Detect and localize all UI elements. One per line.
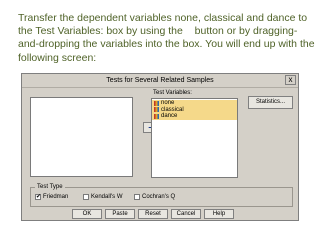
checkbox-label: Kendall's W — [91, 194, 123, 200]
cochrans-q-checkbox[interactable]: Cochran's Q — [134, 194, 175, 200]
paste-button[interactable]: Paste — [105, 209, 135, 219]
checkbox-label: Friedman — [43, 194, 69, 200]
dialog-window: Tests for Several Related Samples x ➜ Te… — [21, 73, 299, 221]
help-button[interactable]: Help — [204, 209, 234, 219]
instruction-text: Transfer the dependent variables none, c… — [18, 12, 316, 65]
checkbox-box[interactable] — [134, 194, 140, 200]
test-variables-label: Test Variables: — [153, 90, 192, 96]
checkbox-label: Cochran's Q — [142, 194, 176, 200]
checkbox-box[interactable]: ✔ — [35, 194, 41, 200]
test-type-group: Test Type ✔ Friedman Kendall's W Cochran… — [30, 183, 293, 207]
dialog-button-row: OK Paste Reset Cancel Help — [72, 209, 234, 219]
checkbox-box[interactable] — [83, 194, 89, 200]
close-button[interactable]: x — [285, 75, 296, 85]
dialog-title: Tests for Several Related Samples — [106, 77, 214, 84]
ok-button[interactable]: OK — [72, 209, 102, 219]
cancel-button[interactable]: Cancel — [171, 209, 201, 219]
scale-variable-icon — [154, 113, 159, 119]
kendalls-w-checkbox[interactable]: Kendall's W — [83, 194, 123, 200]
source-variable-list[interactable] — [30, 97, 133, 177]
friedman-checkbox[interactable]: ✔ Friedman — [35, 194, 68, 200]
reset-button[interactable]: Reset — [138, 209, 168, 219]
statistics-button[interactable]: Statistics... — [248, 96, 293, 109]
dialog-titlebar: Tests for Several Related Samples x — [22, 74, 298, 88]
list-item[interactable]: dance — [152, 113, 237, 120]
scale-variable-icon — [154, 100, 159, 106]
scale-variable-icon — [154, 107, 159, 113]
variable-name: dance — [161, 113, 178, 119]
test-type-label: Test Type — [35, 183, 65, 191]
test-variables-list[interactable]: none classical dance — [151, 98, 238, 178]
